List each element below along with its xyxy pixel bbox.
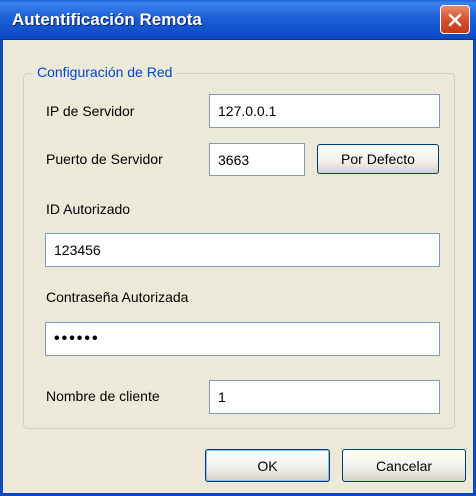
- client-name-input[interactable]: [209, 380, 440, 414]
- default-port-button[interactable]: Por Defecto: [317, 144, 439, 174]
- client-name-label: Nombre de cliente: [46, 388, 160, 404]
- close-icon: [447, 12, 463, 28]
- server-ip-label: IP de Servidor: [46, 103, 135, 119]
- auth-password-input[interactable]: [45, 322, 440, 356]
- window-frame-left: [0, 40, 3, 496]
- auth-id-label: ID Autorizado: [46, 201, 131, 217]
- server-port-label: Puerto de Servidor: [46, 151, 163, 167]
- close-button[interactable]: [440, 5, 470, 34]
- group-legend: Configuración de Red: [33, 64, 177, 80]
- ok-button[interactable]: OK: [205, 449, 330, 482]
- server-port-input[interactable]: [209, 143, 305, 176]
- window-title: Autentificación Remota: [12, 10, 202, 29]
- server-ip-input[interactable]: [209, 94, 440, 128]
- cancel-button[interactable]: Cancelar: [342, 449, 466, 482]
- auth-password-label: Contraseña Autorizada: [46, 289, 189, 305]
- auth-id-input[interactable]: [45, 233, 440, 267]
- title-bar[interactable]: Autentificación Remota: [0, 0, 476, 40]
